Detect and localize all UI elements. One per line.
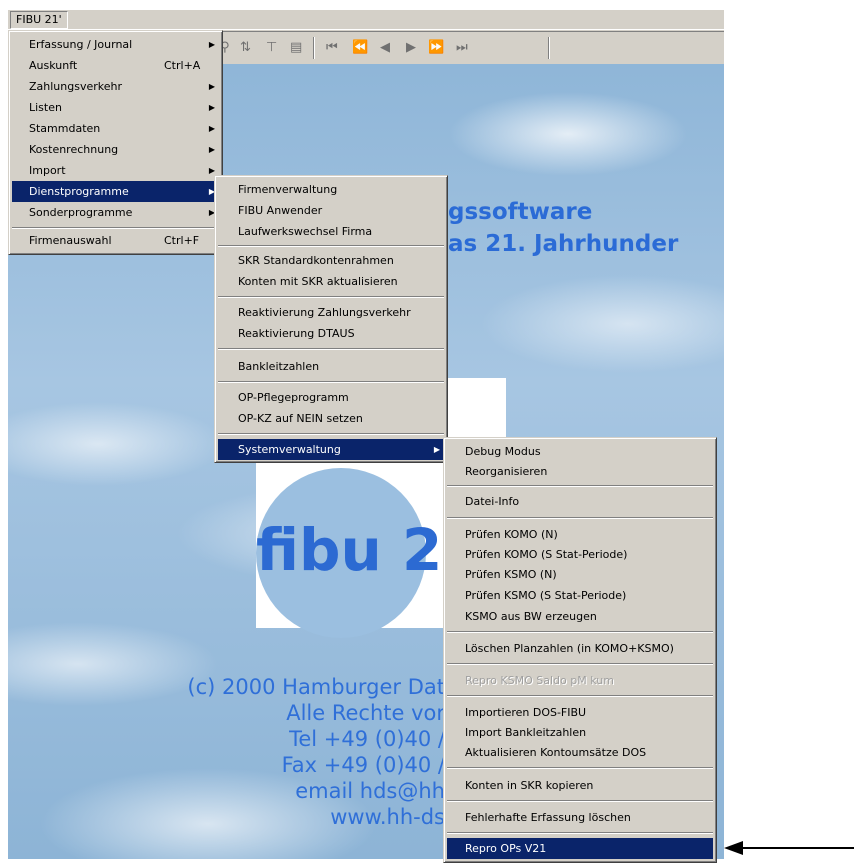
- menu-separator: [447, 695, 713, 697]
- submenu-arrow-icon: ▶: [433, 445, 440, 454]
- logo-text: fibu 2: [256, 516, 443, 584]
- menu-item-dienstprogramme[interactable]: Dienstprogramme ▶: [12, 181, 219, 202]
- page-forward-icon[interactable]: ⏩: [428, 41, 444, 55]
- toolbar-separator: [313, 37, 315, 59]
- shortcut-label: Ctrl+F: [164, 234, 200, 247]
- menu-item-loeschen-planzahlen[interactable]: Löschen Planzahlen (in KOMO+KSMO): [447, 638, 713, 659]
- toolbar-separator: [548, 37, 550, 59]
- arrow-left-icon: [724, 841, 743, 855]
- menu-item-pruefen-komo-s[interactable]: Prüfen KOMO (S Stat-Periode): [447, 544, 713, 565]
- menu-item-skr-standardkontenrahmen[interactable]: SKR Standardkontenrahmen: [218, 250, 444, 271]
- menu-separator: [218, 348, 444, 350]
- menu-item-konten-skr-kopieren[interactable]: Konten in SKR kopieren: [447, 775, 713, 796]
- menu-item-datei-info[interactable]: Datei-Info: [447, 491, 713, 512]
- submenu-arrow-icon: ▶: [208, 103, 215, 112]
- menu-item-op-pflegeprogramm[interactable]: OP-Pflegeprogramm: [218, 387, 444, 408]
- dienstprogramme-submenu: Firmenverwaltung FIBU Anwender Laufwerks…: [214, 175, 448, 463]
- sort-icon[interactable]: ⇅: [240, 41, 251, 55]
- menu-item-op-kz-nein[interactable]: OP-KZ auf NEIN setzen: [218, 408, 444, 429]
- filter-icon[interactable]: ⊤: [266, 41, 277, 55]
- menu-item-pruefen-ksmo-s[interactable]: Prüfen KSMO (S Stat-Periode): [447, 585, 713, 606]
- menu-separator: [218, 296, 444, 298]
- menu-item-firmenverwaltung[interactable]: Firmenverwaltung: [218, 179, 444, 200]
- menu-item-import[interactable]: Import ▶: [12, 160, 219, 181]
- menu-item-repro-ksmo-saldo: Repro KSMO Saldo pM kum: [465, 674, 614, 687]
- copyright-line: (c) 2000 Hamburger Dat: [187, 675, 445, 699]
- shortcut-label: Ctrl+A: [164, 59, 201, 72]
- page-back-icon[interactable]: ⏪: [352, 41, 368, 55]
- menu-item-konten-skr-aktualisieren[interactable]: Konten mit SKR aktualisieren: [218, 271, 444, 292]
- menu-item-systemverwaltung[interactable]: Systemverwaltung ▶: [218, 439, 444, 460]
- rights-line: Alle Rechte vor: [286, 701, 445, 725]
- fax-line: Fax +49 (0)40 /: [281, 753, 445, 777]
- menu-item-debug-modus[interactable]: Debug Modus: [447, 441, 713, 462]
- menu-item-pruefen-ksmo-n[interactable]: Prüfen KSMO (N): [447, 564, 713, 585]
- menu-item-reaktivierung-zahlungsverkehr[interactable]: Reaktivierung Zahlungsverkehr: [218, 302, 444, 323]
- submenu-arrow-icon: ▶: [208, 145, 215, 154]
- website-line: www.hh-ds: [330, 805, 445, 829]
- menu-item-import-bankleitzahlen[interactable]: Import Bankleitzahlen: [447, 722, 713, 743]
- first-record-icon[interactable]: ⏮: [326, 41, 338, 55]
- menu-item-firmenauswahl[interactable]: Firmenauswahl Ctrl+F: [12, 230, 219, 251]
- menu-item-fibu-anwender[interactable]: FIBU Anwender: [218, 200, 444, 221]
- menu-item-erfassung[interactable]: Erfassung / Journal ▶: [12, 34, 219, 55]
- email-line: email hds@hh: [295, 779, 445, 803]
- menu-item-fehlerhafte-erfassung[interactable]: Fehlerhafte Erfassung löschen: [447, 807, 713, 828]
- menu-separator: [447, 517, 713, 519]
- menu-item-pruefen-komo-n[interactable]: Prüfen KOMO (N): [447, 524, 713, 545]
- menu-item-bankleitzahlen[interactable]: Bankleitzahlen: [218, 356, 444, 377]
- arrow-left-icon-shaft: [741, 847, 854, 849]
- heading-line1: gssoftware: [448, 199, 593, 225]
- menu-item-importieren-dos-fibu[interactable]: Importieren DOS-FIBU: [447, 702, 713, 723]
- menu-item-kostenrechnung[interactable]: Kostenrechnung ▶: [12, 139, 219, 160]
- menu-separator: [447, 800, 713, 802]
- menu-item-reorganisieren[interactable]: Reorganisieren: [447, 461, 713, 482]
- menu-separator: [447, 663, 713, 665]
- menu-separator: [447, 832, 713, 834]
- heading-line2: as 21. Jahrhunder: [448, 231, 679, 257]
- main-menu: Erfassung / Journal ▶ Auskunft Ctrl+A Za…: [8, 30, 223, 255]
- menu-separator: [447, 767, 713, 769]
- menu-item-stammdaten[interactable]: Stammdaten ▶: [12, 118, 219, 139]
- menu-separator: [447, 485, 713, 487]
- menu-item-laufwerkswechsel[interactable]: Laufwerkswechsel Firma: [218, 221, 444, 242]
- menu-item-auskunft[interactable]: Auskunft Ctrl+A: [12, 55, 219, 76]
- menu-separator: [447, 631, 713, 633]
- systemverwaltung-submenu: Debug Modus Reorganisieren Datei-Info Pr…: [443, 437, 717, 863]
- menu-item-listen[interactable]: Listen ▶: [12, 97, 219, 118]
- next-record-icon[interactable]: ▶: [406, 41, 416, 55]
- menu-separator: [218, 381, 444, 383]
- menu-fibu21[interactable]: FIBU 21': [10, 11, 68, 29]
- phone-line: Tel +49 (0)40 /: [289, 727, 445, 751]
- document-icon[interactable]: ▤: [290, 41, 302, 55]
- menu-item-aktualisieren-kontoumsaetze[interactable]: Aktualisieren Kontoumsätze DOS: [447, 742, 713, 763]
- menu-item-sonderprogramme[interactable]: Sonderprogramme ▶: [12, 202, 219, 223]
- prev-record-icon[interactable]: ◀: [380, 41, 390, 55]
- menu-item-reaktivierung-dtaus[interactable]: Reaktivierung DTAUS: [218, 323, 444, 344]
- menu-separator: [12, 227, 219, 229]
- menu-separator: [218, 245, 444, 247]
- submenu-arrow-icon: ▶: [208, 82, 215, 91]
- submenu-arrow-icon: ▶: [208, 40, 215, 49]
- menu-item-repro-ops-v21[interactable]: Repro OPs V21: [447, 838, 713, 859]
- menu-item-ksmo-aus-bw[interactable]: KSMO aus BW erzeugen: [447, 606, 713, 627]
- menu-item-zahlungsverkehr[interactable]: Zahlungsverkehr ▶: [12, 76, 219, 97]
- last-record-icon[interactable]: ⏭: [456, 41, 468, 55]
- submenu-arrow-icon: ▶: [208, 124, 215, 133]
- menu-separator: [218, 433, 444, 435]
- menu-bar: FIBU 21': [8, 10, 724, 30]
